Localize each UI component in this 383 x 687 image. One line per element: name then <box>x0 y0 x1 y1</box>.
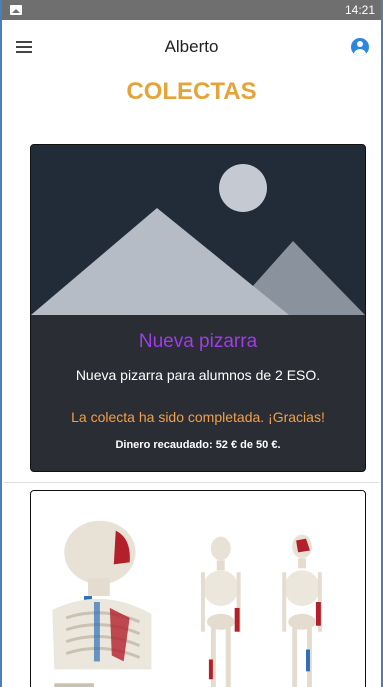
collection-title: Nueva pizarra <box>138 331 258 352</box>
divider <box>4 482 379 483</box>
status-bar: 14:21 <box>2 0 381 20</box>
collection-description: Nueva pizarra para alumnos de 2 ESO. <box>75 367 321 383</box>
collection-card[interactable] <box>30 490 366 687</box>
collection-money: Dinero recaudado: 52 € de 50 €. <box>115 439 281 451</box>
landscape-placeholder-icon <box>31 145 365 315</box>
toolbar: Alberto <box>2 20 381 74</box>
collection-card[interactable]: Nueva pizarra Nueva pizarra para alumnos… <box>30 144 366 472</box>
image-notification-icon <box>10 5 22 15</box>
toolbar-title: Alberto <box>164 37 219 56</box>
account-icon[interactable] <box>351 38 369 56</box>
collection-status: La colecta ha sido completada. ¡Gracias! <box>71 409 325 425</box>
skeleton-model-image <box>32 491 364 687</box>
placeholder-image <box>31 145 365 315</box>
status-time: 14:21 <box>344 3 375 17</box>
page-title: COLECTAS <box>126 78 257 105</box>
app-frame: 14:21 Alberto COLECTAS Nueva pizarra Nue… <box>0 0 383 687</box>
menu-icon[interactable] <box>16 41 32 53</box>
